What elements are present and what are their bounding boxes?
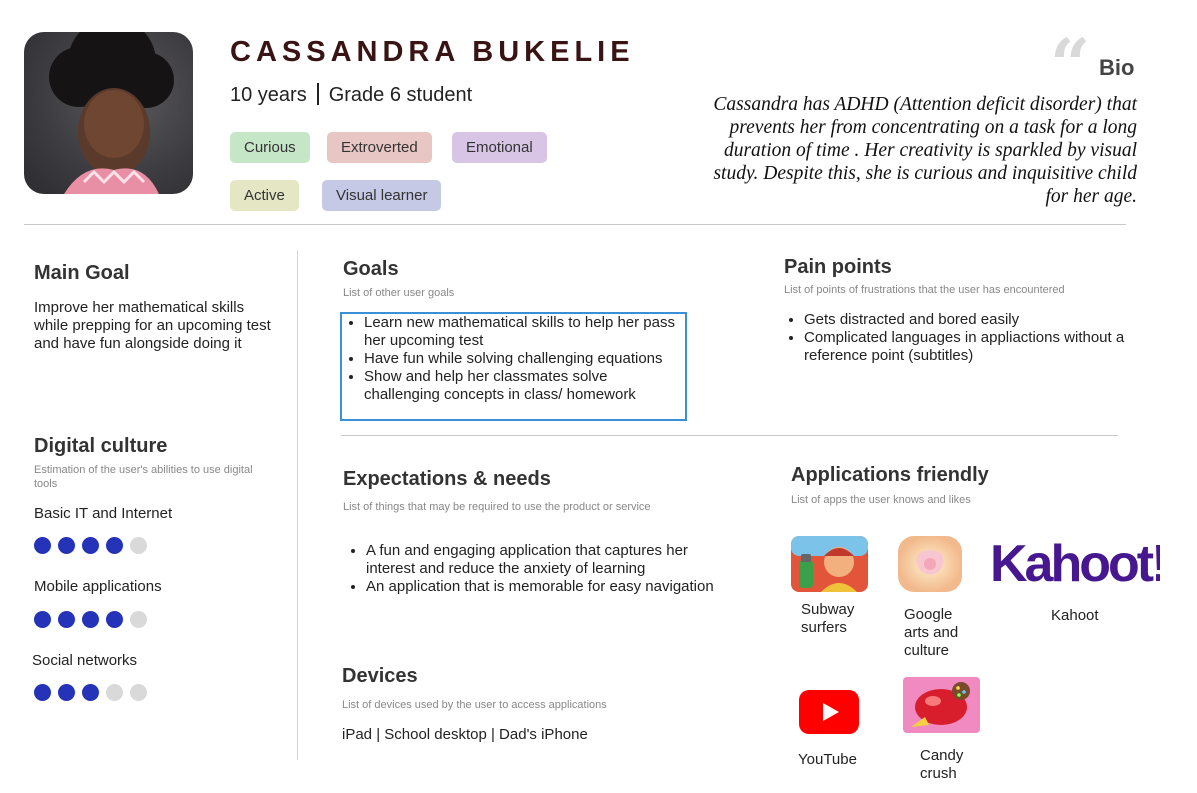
list-item: Complicated languages in appliactions wi… (804, 329, 1142, 365)
youtube-icon (799, 690, 859, 734)
digital-culture-caption: Estimation of the user's abilities to us… (34, 464, 253, 490)
rating-dot-filled (34, 537, 51, 554)
kahoot-logo: Kahoot! (990, 533, 1168, 593)
skill-rating (34, 684, 147, 701)
google-arts-culture-icon (898, 536, 962, 592)
rating-dot-filled (82, 611, 99, 628)
rating-dot-filled (82, 684, 99, 701)
skill-label: Social networks (32, 652, 138, 669)
rating-dot-filled (34, 684, 51, 701)
devices-list: iPad | School desktop | Dad's iPhone (342, 726, 588, 743)
devices-title: Devices (342, 665, 418, 687)
list-item: Have fun while solving challenging equat… (364, 350, 687, 368)
section-divider (341, 435, 1118, 436)
trait-tag: Visual learner (322, 180, 442, 211)
rating-dot-filled (82, 537, 99, 554)
goals-title: Goals (343, 258, 399, 280)
list-item: Show and help her classmates solve chall… (364, 368, 687, 404)
rating-dot-filled (58, 611, 75, 628)
list-item: Learn new mathematical skills to help he… (364, 314, 687, 350)
column-divider (297, 250, 298, 760)
rating-dot-empty (130, 537, 147, 554)
rating-dot-filled (106, 611, 123, 628)
main-goal-text: Improve her mathematical skills while pr… (34, 299, 271, 352)
header-divider (24, 224, 1126, 225)
subway-surfers-icon (791, 536, 868, 592)
goals-list: Learn new mathematical skills to help he… (342, 314, 687, 404)
app-label: YouTube (798, 751, 857, 768)
rating-dot-empty (106, 684, 123, 701)
avatar (24, 32, 193, 194)
persona-grade: Grade 6 student (328, 84, 473, 106)
expectations-title: Expectations & needs (343, 468, 551, 490)
list-item: A fun and engaging application that capt… (366, 542, 719, 578)
app-label: Subway surfers (801, 601, 855, 636)
persona-name: CASSANDRA BUKELIE (230, 36, 635, 68)
trait-tag: Emotional (452, 132, 547, 163)
main-goal-title: Main Goal (34, 262, 130, 284)
skill-rating (34, 537, 147, 554)
persona-age: 10 years (230, 84, 307, 106)
bio-text: Cassandra has ADHD (Attention deficit di… (713, 94, 1137, 207)
apps-caption: List of apps the user knows and likes (791, 494, 971, 506)
app-label: Candy crush (920, 747, 964, 782)
candy-crush-icon (903, 677, 980, 733)
list-item: Gets distracted and bored easily (804, 311, 1142, 329)
rating-dot-empty (130, 684, 147, 701)
app-label: Kahoot (1051, 607, 1099, 624)
goals-caption: List of other user goals (343, 287, 455, 299)
list-item: An application that is memorable for eas… (366, 578, 719, 596)
rating-dot-empty (130, 611, 147, 628)
skill-label: Mobile applications (34, 578, 162, 595)
trait-tag: Curious (230, 132, 310, 163)
rating-dot-filled (58, 537, 75, 554)
apps-title: Applications friendly (791, 464, 989, 486)
trait-tag: Active (230, 180, 299, 211)
pain-points-caption: List of points of frustrations that the … (784, 284, 1065, 296)
kahoot-logo-text: Kahoot! (990, 535, 1160, 593)
devices-caption: List of devices used by the user to acce… (342, 699, 607, 711)
persona-subtitle: 10 years Grade 6 student (230, 83, 472, 107)
pain-points-list: Gets distracted and bored easily Complic… (782, 311, 1142, 365)
bio-title: Bio (1099, 55, 1135, 80)
skill-rating (34, 611, 147, 628)
pain-points-title: Pain points (784, 256, 892, 278)
skill-label: Basic IT and Internet (34, 505, 173, 522)
divider (316, 83, 319, 105)
digital-culture-title: Digital culture (34, 435, 168, 457)
app-label: Google arts and culture (904, 606, 959, 659)
expectations-list: A fun and engaging application that capt… (344, 542, 719, 596)
trait-tag: Extroverted (327, 132, 432, 163)
expectations-caption: List of things that may be required to u… (343, 501, 651, 513)
rating-dot-filled (58, 684, 75, 701)
rating-dot-filled (34, 611, 51, 628)
quote-icon: “ (1050, 23, 1091, 106)
rating-dot-filled (106, 537, 123, 554)
